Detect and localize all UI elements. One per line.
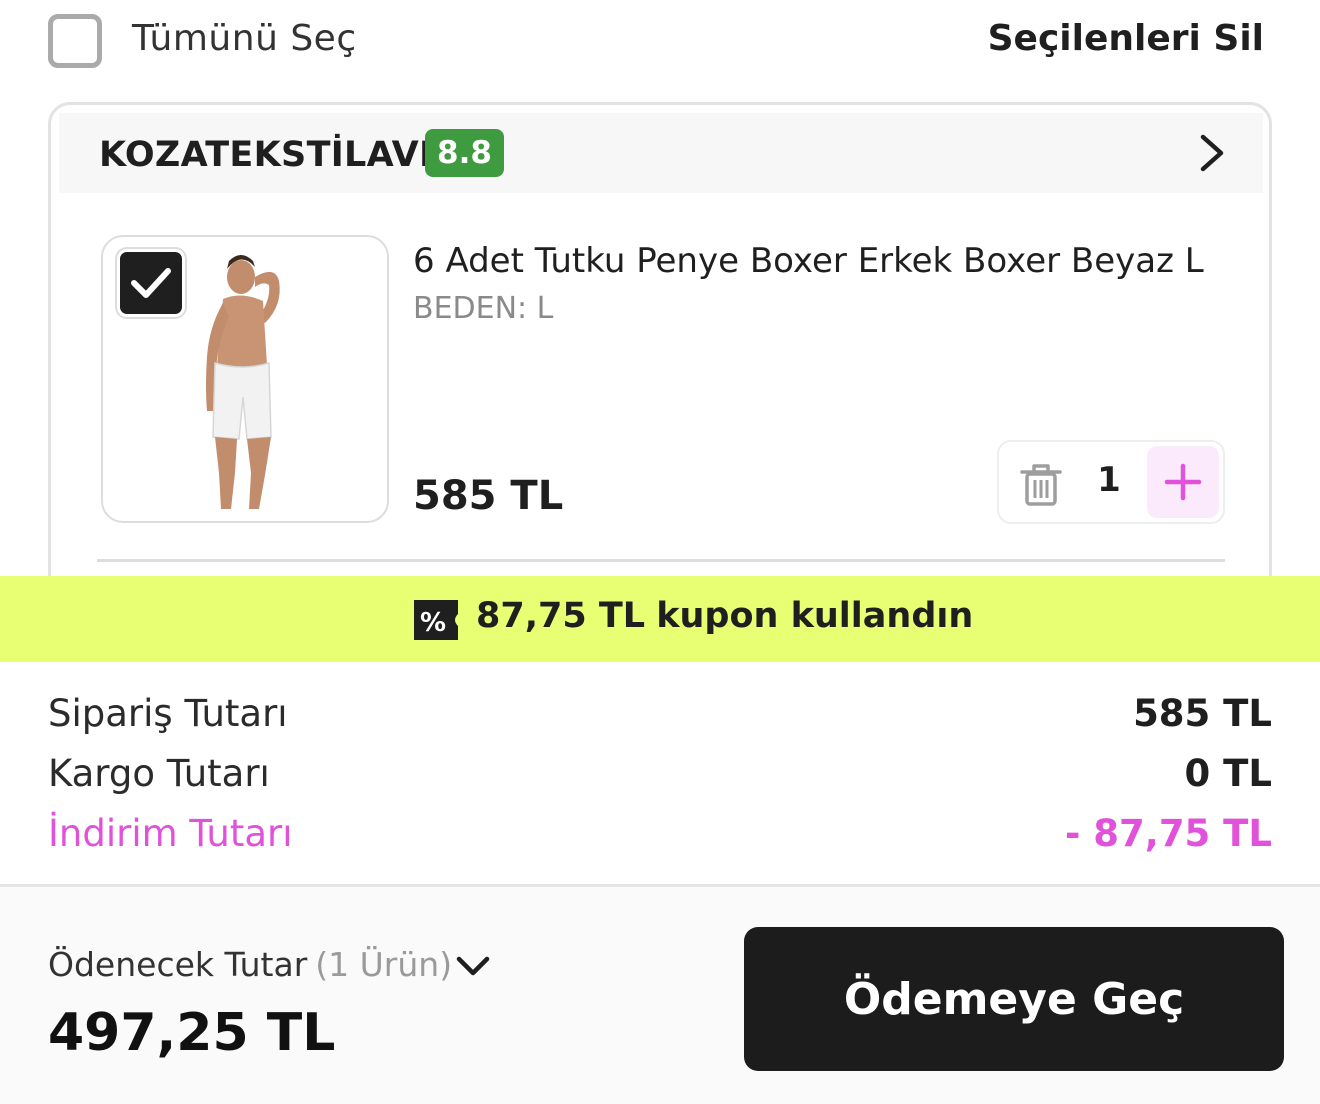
shipping-amount-value: 0 TL	[1184, 752, 1272, 795]
product-price: 585 TL	[413, 473, 564, 519]
total-label-group[interactable]: Ödenecek Tutar (1 Ürün)	[48, 945, 452, 984]
shipping-amount-label: Kargo Tutarı	[48, 752, 270, 795]
coupon-message: kupon kullandın	[656, 596, 974, 636]
coupon-banner: % 87,75 TL kupon kullandın	[0, 576, 1320, 662]
divider	[97, 559, 1225, 562]
checkout-bar: Ödenecek Tutar (1 Ürün) 497,25 TL Ödemeye…	[0, 884, 1320, 1104]
discount-amount-label: İndirim Tutarı	[48, 812, 293, 855]
plus-icon	[1164, 463, 1202, 501]
checkout-button[interactable]: Ödemeye Geç	[744, 927, 1284, 1071]
coupon-amount: 87,75 TL	[476, 596, 646, 636]
item-count: (1 Ürün)	[315, 945, 453, 984]
delete-selected-button[interactable]: Seçilenleri Sil	[988, 18, 1264, 59]
seller-name[interactable]: KOZATEKSTİLAVM	[99, 135, 454, 175]
chevron-right-icon[interactable]	[1191, 133, 1231, 173]
select-all-row: Tümünü Seç Seçilenleri Sil	[0, 0, 1320, 90]
product-photo-figure	[206, 255, 280, 509]
checkmark-icon	[131, 268, 171, 298]
summary-row-discount: İndirim Tutarı - 87,75 TL	[48, 812, 1272, 868]
total-amount: 497,25 TL	[48, 1003, 336, 1063]
discount-amount-value: - 87,75 TL	[1065, 812, 1272, 855]
percent-tag-icon: %	[414, 600, 458, 640]
product-checkbox[interactable]	[117, 249, 185, 317]
svg-text:%: %	[420, 608, 446, 638]
trash-icon[interactable]	[1013, 456, 1069, 512]
chevron-down-icon[interactable]	[454, 951, 492, 981]
seller-score-badge: 8.8	[425, 129, 504, 177]
select-all-label[interactable]: Tümünü Seç	[132, 18, 357, 59]
summary-row-order: Sipariş Tutarı 585 TL	[48, 692, 1272, 748]
summary-row-shipping: Kargo Tutarı 0 TL	[48, 752, 1272, 808]
product-image[interactable]	[101, 235, 389, 523]
seller-header[interactable]: KOZATEKSTİLAVM 8.8	[59, 113, 1263, 193]
total-label: Ödenecek Tutar	[48, 945, 308, 984]
order-amount-label: Sipariş Tutarı	[48, 692, 288, 735]
product-variant: BEDEN: L	[413, 291, 554, 326]
select-all-checkbox[interactable]	[48, 14, 102, 68]
coupon-text: 87,75 TL kupon kullandın	[476, 596, 973, 636]
quantity-value: 1	[1097, 460, 1121, 500]
quantity-stepper: 1	[997, 440, 1225, 524]
product-title[interactable]: 6 Adet Tutku Penye Boxer Erkek Boxer Bey…	[413, 241, 1204, 281]
increase-quantity-button[interactable]	[1147, 446, 1219, 518]
order-amount-value: 585 TL	[1133, 692, 1272, 735]
